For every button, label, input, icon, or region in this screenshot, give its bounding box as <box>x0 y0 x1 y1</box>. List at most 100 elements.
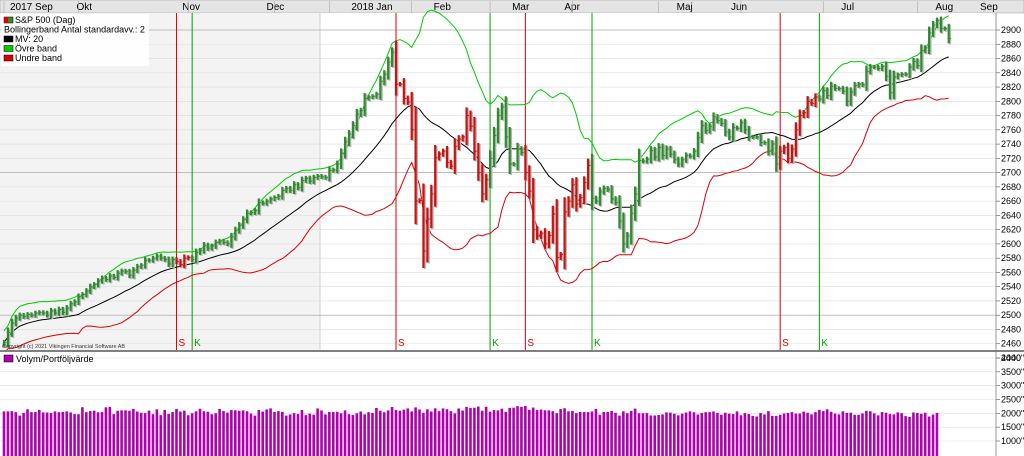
volume-bar <box>331 412 335 456</box>
volume-bar <box>233 410 237 456</box>
volume-bar <box>622 411 625 456</box>
sell-signal-label: S <box>398 338 405 349</box>
volume-bar <box>335 411 339 456</box>
volume-bar <box>606 411 609 456</box>
volume-bar <box>798 413 802 456</box>
volume-bar <box>618 415 621 456</box>
volume-bar <box>571 410 574 456</box>
volume-bar <box>449 411 453 456</box>
volume-bar <box>680 413 684 456</box>
volume-bar <box>155 409 159 456</box>
price-tick-label: 2780 <box>1001 111 1021 121</box>
volume-bar <box>614 412 617 456</box>
month-label: Nov <box>182 2 200 13</box>
price-tick-label: 2480 <box>1001 324 1021 334</box>
volume-bar <box>876 415 880 456</box>
volume-bar <box>665 412 668 456</box>
volume-bar <box>539 409 543 456</box>
volume-bar <box>567 411 570 456</box>
volume-bar <box>461 410 464 456</box>
volume-bar <box>778 414 782 456</box>
volume-bar <box>590 411 594 456</box>
volume-bar <box>912 412 915 456</box>
volume-bar <box>418 409 421 456</box>
volume-bar <box>492 410 496 456</box>
legend-swatch <box>3 35 14 43</box>
volume-bar <box>512 407 515 456</box>
volume-bar <box>245 411 249 456</box>
volume-tick-label: 2000" <box>1001 408 1024 418</box>
month-label: Maj <box>677 2 693 13</box>
volume-bar <box>771 415 774 456</box>
volume-bar <box>712 411 715 456</box>
volume-bar <box>653 415 657 456</box>
month-label: Jun <box>731 2 747 13</box>
volume-bar <box>739 415 743 456</box>
volume-bar <box>531 407 535 456</box>
volume-bar <box>53 411 57 456</box>
price-tick-label: 2660 <box>1001 196 1021 206</box>
volume-bar <box>869 411 872 456</box>
volume-bar <box>284 415 288 456</box>
volume-bar <box>81 407 84 456</box>
volume-bar <box>257 409 261 456</box>
volume-tick-label: 3500" <box>1001 367 1024 377</box>
month-label: Aug <box>935 2 953 13</box>
volume-bar <box>837 414 841 456</box>
volume-bar <box>363 414 366 456</box>
volume-bar <box>845 412 849 456</box>
price-tick-label: 2900 <box>1001 25 1021 35</box>
volume-bar <box>429 411 433 456</box>
volume-bar <box>441 408 445 456</box>
volume-bar <box>861 413 864 456</box>
price-tick-label: 2600 <box>1001 239 1021 249</box>
price-tick-label: 2640 <box>1001 210 1021 220</box>
volume-bar <box>602 411 606 456</box>
volume-bar <box>163 409 167 456</box>
volume-bar <box>367 412 370 456</box>
volume-bar <box>6 411 10 456</box>
volume-bar <box>673 413 676 456</box>
legend-label: Undre band <box>15 53 62 63</box>
volume-bar <box>500 408 504 456</box>
volume-bar <box>547 410 551 456</box>
volume-bar <box>520 406 523 456</box>
volume-bar <box>10 411 14 456</box>
volume-legend-label: Volym/Portföljvärde <box>16 354 94 364</box>
volume-bar <box>394 410 398 456</box>
price-tick-label: 2500 <box>1001 310 1021 320</box>
volume-bar <box>88 411 92 456</box>
legend-label: Bollingerband Antal standardavv.: 2 <box>4 25 145 35</box>
volume-bar <box>296 414 300 456</box>
price-tick-label: 2740 <box>1001 139 1021 149</box>
volume-bar <box>347 414 351 456</box>
volume-bar <box>222 411 225 456</box>
volume-bar <box>904 416 907 456</box>
legend-swatch <box>3 54 14 62</box>
volume-bar <box>120 410 123 456</box>
volume-bar <box>49 413 53 456</box>
volume-bar <box>723 412 727 456</box>
volume-bar <box>774 415 778 456</box>
volume-bar <box>104 407 108 456</box>
price-tick-label: 2680 <box>1001 182 1021 192</box>
volume-bar <box>30 412 33 456</box>
volume-bar <box>218 408 221 456</box>
volume-bar <box>171 412 174 456</box>
volume-bar <box>143 413 147 456</box>
volume-bar <box>825 409 829 456</box>
price-tick-label: 2840 <box>1001 68 1021 78</box>
volume-bar <box>633 408 637 456</box>
volume-bar <box>210 414 214 456</box>
legend-label: S&P 500 (Dag) <box>15 15 75 25</box>
volume-bar <box>488 411 492 456</box>
price-tick-label: 2760 <box>1001 125 1021 135</box>
volume-bar <box>919 413 923 456</box>
price-tick-label: 2520 <box>1001 296 1021 306</box>
volume-bar <box>422 412 425 456</box>
volume-bar <box>96 412 100 456</box>
volume-bar <box>159 415 163 456</box>
volume-bar <box>931 414 935 456</box>
month-label: Dec <box>266 2 284 13</box>
volume-bar <box>14 412 18 456</box>
